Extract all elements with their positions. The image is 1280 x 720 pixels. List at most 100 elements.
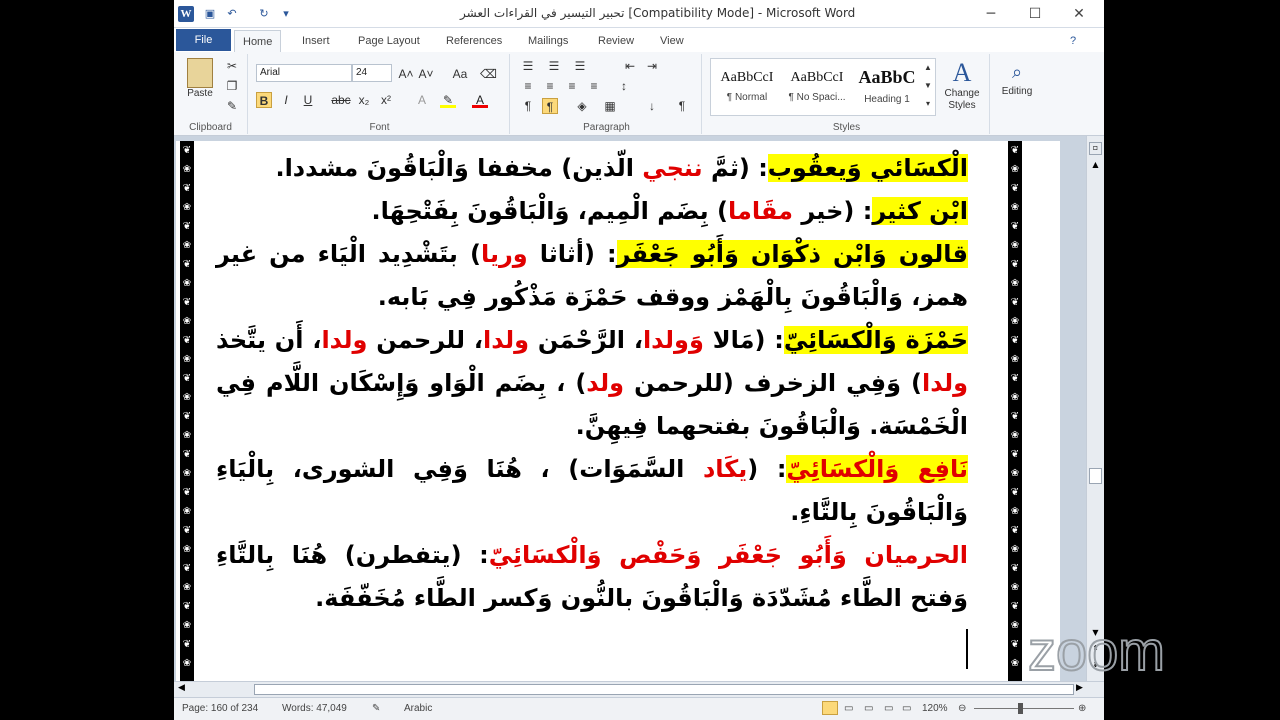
paragraph[interactable]: نَافِع وَالْكسَائِيّ: (يكَاد السَّمَوَات… xyxy=(216,448,968,534)
style-heading-1[interactable]: AaBbC Heading 1 xyxy=(852,58,922,118)
align-left-icon[interactable]: ≡ xyxy=(520,78,536,94)
increase-indent-icon[interactable]: ⇥ xyxy=(644,58,660,74)
paragraph[interactable]: ابْن كثير: (خير مقَاما) بِضَم الْمِيم، و… xyxy=(216,190,968,233)
zoom-slider[interactable] xyxy=(974,708,1074,709)
shading-icon[interactable]: ◈ xyxy=(574,98,590,114)
ribbon: Paste ✂ ❐ ✎ Clipboard Arial 24 A˄ A˅ Aa … xyxy=(174,52,1104,136)
maximize-button[interactable]: ☐ xyxy=(1020,4,1050,24)
window-title: تحبير التيسير في القراءات العشر [Compati… xyxy=(460,6,856,20)
superscript-button[interactable]: x² xyxy=(378,92,394,108)
sort-icon[interactable]: ↓ xyxy=(644,98,660,114)
editing-button[interactable]: ⌕ Editing xyxy=(994,58,1040,97)
zoom-out-icon[interactable]: ⊖ xyxy=(958,703,966,714)
tab-home[interactable]: Home xyxy=(234,30,282,52)
paragraph[interactable]: قالون وَابْن ذكْوَان وَأَبُو جَعْفَر: (أ… xyxy=(216,233,968,319)
document-text[interactable]: الْكسَائي وَيعقُوب: (ثمَّ ننجي الّذين) م… xyxy=(216,147,968,620)
copy-icon[interactable]: ❐ xyxy=(224,78,240,94)
styles-scroll-down-icon[interactable]: ▼ xyxy=(920,78,936,94)
vertical-scroll-thumb[interactable] xyxy=(1089,468,1102,484)
text-effects-icon[interactable]: A xyxy=(414,92,430,108)
minimize-button[interactable]: ─ xyxy=(976,4,1006,24)
document-page[interactable]: ❦ ❀ ❦ ❀ ❦ ❀ ❦ ❀ ❦ ❀ ❦ ❀ ❦ ❀ ❦ ❀ ❦ ❀ ❦ ❀ ❦ ❀ ❦ ❀ ❦ ❀ ❦ ❀ ❦ ❀ ❦ ❀ ❦ ❀ ❦ ❀ ❦ ❀ ❦… xyxy=(176,141,1060,681)
styles-more-icon[interactable]: ▾ xyxy=(920,96,936,112)
shrink-font-icon[interactable]: A˅ xyxy=(418,66,434,82)
tab-insert[interactable]: Insert xyxy=(294,30,338,52)
vertical-scrollbar[interactable]: ▫ ▲ ▼ ⇞ ⇟ xyxy=(1086,136,1104,681)
paragraph[interactable]: حَمْزَة وَالْكسَائِيّ: (مَالا وَولدا، ال… xyxy=(216,319,968,448)
undo-icon[interactable]: ↶ xyxy=(224,6,240,22)
font-size-combo[interactable]: 24 xyxy=(352,64,392,82)
font-color-icon[interactable]: A xyxy=(472,92,488,108)
save-icon[interactable]: ▣ xyxy=(202,6,218,22)
style-no-spacing[interactable]: AaBbCcI ¶ No Spaci... xyxy=(782,58,852,118)
editing-label: Editing xyxy=(1001,86,1033,97)
scroll-up-icon[interactable]: ▲ xyxy=(1089,160,1102,173)
text-run: : (أثاثا xyxy=(527,240,617,268)
outline-icon[interactable]: ▭ xyxy=(884,703,893,714)
horizontal-scroll-thumb[interactable] xyxy=(254,684,1074,695)
zoom-slider-thumb[interactable] xyxy=(1018,703,1023,714)
paste-button[interactable]: Paste xyxy=(182,58,218,99)
justify-icon[interactable]: ≡ xyxy=(586,78,602,94)
horizontal-scrollbar[interactable]: ◀ ▶ xyxy=(174,681,1104,697)
rtl-icon[interactable]: ¶ xyxy=(542,98,558,114)
highlight-icon[interactable]: ✎ xyxy=(440,92,456,108)
scroll-right-icon[interactable]: ▶ xyxy=(1076,683,1083,693)
bullets-icon[interactable]: ☰ xyxy=(520,58,536,74)
ltr-icon[interactable]: ¶ xyxy=(520,98,536,114)
align-right-icon[interactable]: ≡ xyxy=(564,78,580,94)
customize-qat-icon[interactable]: ▾ xyxy=(278,6,294,22)
formatted-run: قالون وَابْن ذكْوَان وَأَبُو جَعْفَر xyxy=(616,240,968,268)
language-indicator[interactable]: Arabic xyxy=(404,703,432,714)
multilevel-list-icon[interactable]: ☰ xyxy=(572,58,588,74)
line-spacing-icon[interactable]: ↕ xyxy=(616,78,632,94)
word-count[interactable]: Words: 47,049 xyxy=(282,703,347,714)
text-run: ) وَفِي الزخرف (للرحمن xyxy=(624,369,922,397)
web-layout-icon[interactable]: ▭ xyxy=(864,703,873,714)
subscript-button[interactable]: x₂ xyxy=(356,92,372,108)
change-styles-button[interactable]: A Change Styles xyxy=(938,58,986,112)
grow-font-icon[interactable]: A˄ xyxy=(398,66,414,82)
styles-scroll-up-icon[interactable]: ▲ xyxy=(920,60,936,76)
paragraph[interactable]: الحرميان وَأَبُو جَعْفَر وَحَفْص وَالْكس… xyxy=(216,534,968,620)
decrease-indent-icon[interactable]: ⇤ xyxy=(622,58,638,74)
format-painter-icon[interactable]: ✎ xyxy=(224,98,240,114)
bold-button[interactable]: B xyxy=(256,92,272,108)
page-border-left: ❦ ❀ ❦ ❀ ❦ ❀ ❦ ❀ ❦ ❀ ❦ ❀ ❦ ❀ ❦ ❀ ❦ ❀ ❦ ❀ ❦ ❀ ❦ ❀ ❦ ❀ ❦ ❀ xyxy=(180,141,194,681)
style-normal[interactable]: AaBbCcI ¶ Normal xyxy=(712,58,782,118)
text-run: الّذين) مخففا وَالْبَاقُونَ مشددا. xyxy=(275,154,643,182)
underline-button[interactable]: U xyxy=(300,92,316,108)
zoom-in-icon[interactable]: ⊕ xyxy=(1078,703,1086,714)
full-screen-reading-icon[interactable]: ▭ xyxy=(844,703,853,714)
italic-button[interactable]: I xyxy=(278,92,294,108)
tab-mailings[interactable]: Mailings xyxy=(520,30,576,52)
strikethrough-button[interactable]: abc xyxy=(330,92,352,108)
paragraph-label: Paragraph xyxy=(583,122,630,133)
font-name-combo[interactable]: Arial xyxy=(256,64,352,82)
page-count[interactable]: Page: 160 of 234 xyxy=(182,703,258,714)
change-case-icon[interactable]: Aa xyxy=(448,66,472,82)
proofing-icon[interactable]: ✎ xyxy=(372,703,380,714)
cut-icon[interactable]: ✂ xyxy=(224,58,240,74)
show-marks-icon[interactable]: ¶ xyxy=(674,98,690,114)
tab-page-layout[interactable]: Page Layout xyxy=(350,30,428,52)
numbering-icon[interactable]: ☰ xyxy=(546,58,562,74)
draft-icon[interactable]: ▭ xyxy=(902,703,911,714)
scroll-left-icon[interactable]: ◀ xyxy=(178,683,185,693)
paragraph[interactable]: الْكسَائي وَيعقُوب: (ثمَّ ننجي الّذين) م… xyxy=(216,147,968,190)
formatted-run: ولدا xyxy=(482,326,530,354)
tab-file[interactable]: File xyxy=(176,29,231,51)
borders-icon[interactable]: ▦ xyxy=(602,98,618,114)
zoom-level[interactable]: 120% xyxy=(922,703,948,714)
tab-view[interactable]: View xyxy=(652,30,692,52)
tab-review[interactable]: Review xyxy=(590,30,642,52)
tab-references[interactable]: References xyxy=(438,30,510,52)
redo-icon[interactable]: ↻ xyxy=(256,6,272,22)
ruler-toggle-icon[interactable]: ▫ xyxy=(1089,142,1102,155)
close-button[interactable]: ✕ xyxy=(1064,4,1094,24)
clear-format-icon[interactable]: ⌫ xyxy=(480,66,497,82)
font-group: Arial 24 A˄ A˅ Aa ⌫ B I U abc x₂ x² A ✎ … xyxy=(250,54,510,134)
help-icon[interactable]: ? xyxy=(1062,30,1084,52)
align-center-icon[interactable]: ≡ xyxy=(542,78,558,94)
print-layout-icon[interactable] xyxy=(822,701,838,715)
